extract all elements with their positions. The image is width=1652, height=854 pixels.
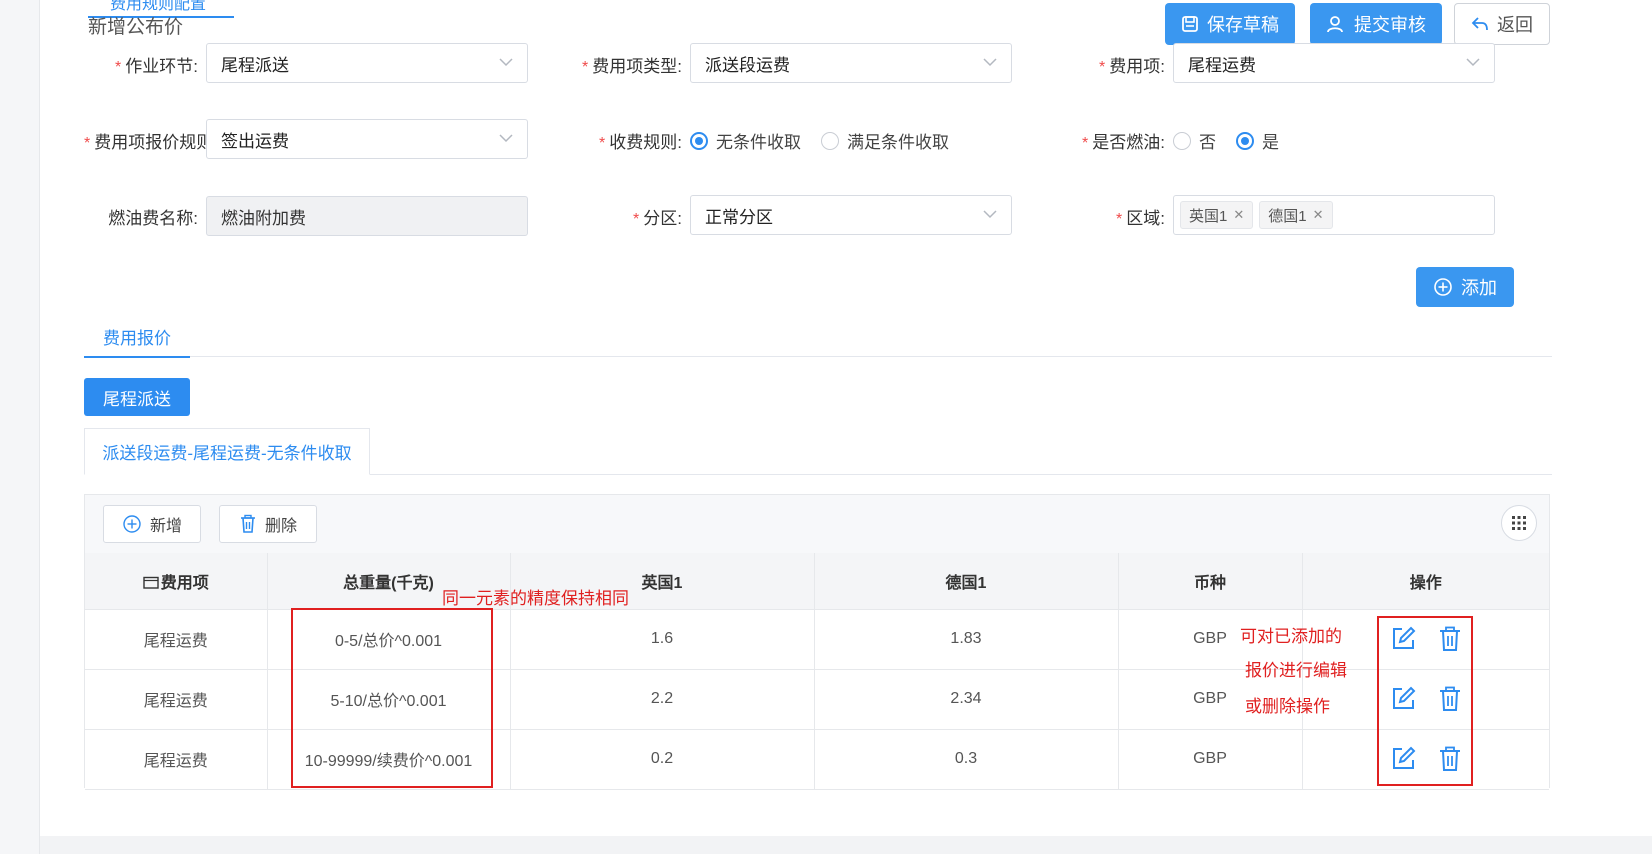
radio-label: 是 — [1262, 133, 1279, 152]
cell-uk1: 2.2 — [510, 669, 815, 730]
cell-de1: 1.83 — [814, 609, 1119, 670]
cell-fee-item: 尾程运费 — [85, 609, 268, 670]
chevron-down-icon — [983, 210, 997, 219]
submit-review-button[interactable]: 提交审核 — [1310, 3, 1442, 45]
region-multiselect[interactable]: 英国1 ✕ 德国1 ✕ — [1173, 195, 1495, 235]
annotation-box-precision — [291, 608, 493, 788]
save-draft-label: 保存草稿 — [1207, 15, 1279, 35]
column-header-actions: 操作 — [1302, 553, 1549, 610]
chevron-down-icon — [499, 134, 513, 143]
operation-step-select[interactable]: 尾程派送 — [206, 43, 528, 83]
charge-rule-label: * 收费规则: — [599, 133, 682, 152]
fuel-label: * 是否燃油: — [1082, 133, 1165, 152]
annotation-edit-2: 报价进行编辑 — [1245, 661, 1347, 680]
quote-rule-label: * 费用项报价规则 — [84, 133, 214, 152]
chevron-down-icon — [983, 58, 997, 67]
plus-circle-icon — [1434, 278, 1452, 296]
grid-dots-icon — [1512, 516, 1526, 530]
cell-fee-item: 尾程运费 — [85, 669, 268, 730]
tag-close-icon[interactable]: ✕ — [1233, 207, 1244, 223]
subtab-fee-combo[interactable]: 派送段运费-尾程运费-无条件收取 — [84, 428, 370, 475]
fuel-name-value: 燃油附加费 — [221, 208, 306, 228]
tag-close-icon[interactable]: ✕ — [1313, 207, 1324, 223]
save-icon — [1182, 16, 1198, 32]
cell-de1: 0.3 — [814, 729, 1119, 790]
cell-fee-item: 尾程运费 — [85, 729, 268, 790]
region-tag: 英国1 ✕ — [1180, 201, 1254, 229]
column-header-currency: 币种 — [1118, 553, 1303, 610]
region-tag: 德国1 ✕ — [1259, 201, 1333, 229]
column-settings-button[interactable] — [1501, 505, 1537, 541]
tabs-divider — [84, 356, 1552, 357]
radio-label: 满足条件收取 — [847, 133, 949, 152]
charge-rule-unconditional-radio[interactable]: 无条件收取 — [690, 128, 801, 153]
back-label: 返回 — [1497, 15, 1533, 35]
tab-fee-quote[interactable]: 费用报价 — [84, 318, 190, 358]
grid-add-label: 新增 — [149, 518, 182, 535]
quote-rule-value: 签出运费 — [221, 131, 289, 151]
submit-review-label: 提交审核 — [1354, 15, 1426, 35]
fee-type-label: * 费用项类型: — [582, 57, 682, 76]
radio-label: 否 — [1199, 133, 1216, 152]
tag-label: 德国1 — [1268, 207, 1307, 225]
cell-uk1: 1.6 — [510, 609, 815, 670]
cell-de1: 2.34 — [814, 669, 1119, 730]
fee-type-value: 派送段运费 — [705, 55, 790, 75]
step-pill-last-mile[interactable]: 尾程派送 — [84, 378, 190, 416]
partition-value: 正常分区 — [705, 207, 773, 227]
operation-step-value: 尾程派送 — [221, 55, 289, 75]
fuel-radio-group: 否 是 — [1173, 128, 1299, 153]
fee-item-value: 尾程运费 — [1188, 55, 1256, 75]
fee-item-select[interactable]: 尾程运费 — [1173, 43, 1495, 83]
page-title: 新增公布价 — [88, 17, 184, 38]
plus-circle-icon — [123, 515, 141, 533]
user-check-icon — [1327, 16, 1343, 33]
partition-label: * 分区: — [633, 209, 682, 228]
annotation-precision: 同一元素的精度保持相同 — [442, 589, 629, 608]
chevron-down-icon — [499, 58, 513, 67]
fuel-yes-radio[interactable]: 是 — [1236, 128, 1279, 153]
annotation-box-actions — [1377, 616, 1473, 786]
table-header-row: 费用项 总重量(千克) 英国1 德国1 币种 操作 — [85, 553, 1549, 610]
partition-select[interactable]: 正常分区 — [690, 195, 1012, 235]
grid-delete-button[interactable]: 删除 — [219, 505, 317, 543]
trash-icon — [240, 514, 255, 533]
operation-step-label: * 作业环节: — [115, 57, 198, 76]
fee-item-label: * 费用项: — [1099, 57, 1165, 76]
region-label: * 区域: — [1116, 209, 1165, 228]
cell-uk1: 0.2 — [510, 729, 815, 790]
chevron-down-icon — [1466, 58, 1480, 67]
grid-add-button[interactable]: 新增 — [103, 505, 201, 543]
annotation-edit-3: 或删除操作 — [1245, 697, 1330, 716]
column-header-fee-item: 费用项 — [85, 553, 268, 610]
fee-type-select[interactable]: 派送段运费 — [690, 43, 1012, 83]
column-header-de1: 德国1 — [814, 553, 1119, 610]
annotation-edit-1: 可对已添加的 — [1240, 627, 1342, 646]
charge-rule-radio-group: 无条件收取 满足条件收取 — [690, 128, 969, 153]
add-label: 添加 — [1461, 278, 1497, 298]
charge-rule-conditional-radio[interactable]: 满足条件收取 — [821, 128, 949, 153]
add-button[interactable]: 添加 — [1416, 267, 1514, 307]
back-arrow-icon — [1471, 17, 1488, 31]
fuel-name-input[interactable]: 燃油附加费 — [206, 196, 528, 236]
grid-delete-label: 删除 — [264, 518, 297, 535]
radio-label: 无条件收取 — [716, 133, 801, 152]
left-gutter — [0, 0, 40, 854]
calendar-icon — [143, 576, 159, 589]
quote-rule-select[interactable]: 签出运费 — [206, 119, 528, 159]
back-button[interactable]: 返回 — [1454, 3, 1550, 45]
cell-currency: GBP — [1118, 729, 1303, 790]
tag-label: 英国1 — [1189, 207, 1228, 225]
fuel-name-label: 燃油费名称: — [108, 209, 198, 228]
fuel-no-radio[interactable]: 否 — [1173, 128, 1216, 153]
save-draft-button[interactable]: 保存草稿 — [1165, 3, 1295, 45]
